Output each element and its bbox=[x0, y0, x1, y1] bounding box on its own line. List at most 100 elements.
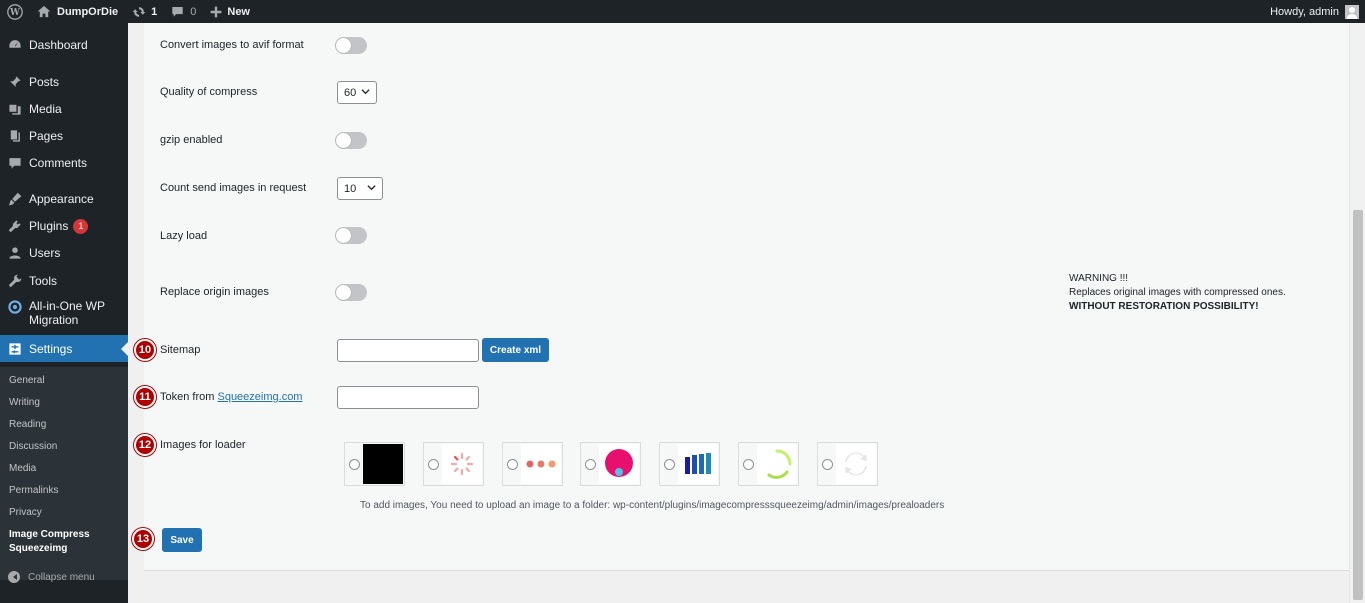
site-name-link[interactable]: DumpOrDie bbox=[30, 0, 125, 23]
pin-icon bbox=[8, 75, 22, 89]
admin-sidebar: Dashboard Posts Media Pages Comments App… bbox=[0, 23, 128, 603]
howdy-text: Howdy, admin bbox=[1270, 5, 1339, 18]
pink-circle-icon bbox=[599, 444, 639, 484]
menu-label: Media bbox=[29, 102, 62, 116]
create-xml-button[interactable]: Create xml bbox=[482, 338, 549, 362]
loader-option-3[interactable] bbox=[502, 442, 563, 486]
refresh-arrows-icon bbox=[836, 444, 876, 484]
menu-item-all-in-one-wp-migration[interactable]: All-in-One WP Migration bbox=[0, 299, 128, 329]
comments-count: 0 bbox=[190, 5, 197, 18]
wordpress-logo-icon[interactable]: W bbox=[0, 0, 30, 23]
menu-item-tools[interactable]: Tools bbox=[0, 270, 128, 292]
plugin-icon bbox=[8, 219, 22, 233]
svg-text:W: W bbox=[9, 8, 20, 18]
submenu-permalinks[interactable]: Permalinks bbox=[9, 484, 58, 498]
menu-label: All-in-One WP Migration bbox=[29, 299, 105, 327]
loader-option-7[interactable] bbox=[817, 442, 878, 486]
migration-icon bbox=[8, 300, 22, 314]
warning-title: WARNING !!! bbox=[1069, 273, 1129, 284]
loader-radio[interactable] bbox=[822, 458, 833, 470]
loader-images-label: Images for loader bbox=[160, 439, 246, 451]
loader-option-4[interactable] bbox=[580, 442, 641, 486]
loader-radio[interactable] bbox=[428, 458, 439, 470]
marker-11: 11 bbox=[134, 386, 156, 408]
submenu-writing[interactable]: Writing bbox=[9, 396, 40, 410]
page-scrollbar[interactable] bbox=[1349, 23, 1365, 603]
submenu-general[interactable]: General bbox=[9, 374, 45, 388]
ring-spinner-icon bbox=[757, 444, 797, 484]
replace-label: Replace origin images bbox=[160, 286, 269, 298]
brush-icon bbox=[8, 192, 22, 206]
dashboard-icon bbox=[8, 38, 22, 52]
settings-icon bbox=[8, 342, 22, 356]
settings-panel: Convert images to avif format Quality of… bbox=[132, 23, 1349, 571]
collapse-menu-button[interactable]: Collapse menu bbox=[8, 571, 95, 583]
wrench-icon bbox=[8, 274, 22, 288]
chevron-down-icon bbox=[361, 89, 370, 95]
spinner-dots-icon bbox=[442, 444, 482, 484]
submenu-discussion[interactable]: Discussion bbox=[9, 440, 57, 454]
sitemap-input[interactable] bbox=[337, 339, 479, 362]
menu-item-comments[interactable]: Comments bbox=[0, 152, 128, 174]
updates-count: 1 bbox=[151, 5, 158, 18]
menu-label: Tools bbox=[29, 274, 58, 288]
menu-label: Posts bbox=[29, 75, 60, 89]
bars-icon bbox=[678, 444, 718, 484]
submenu-media[interactable]: Media bbox=[9, 462, 36, 476]
menu-label: Users bbox=[29, 246, 61, 260]
squeezeimg-link[interactable]: Squeezeimg.com bbox=[217, 391, 302, 403]
lazy-load-toggle[interactable] bbox=[335, 227, 367, 244]
menu-item-users[interactable]: Users bbox=[0, 242, 128, 264]
menu-label: Dashboard bbox=[29, 38, 88, 52]
scrollbar-thumb[interactable] bbox=[1353, 210, 1363, 600]
gzip-toggle[interactable] bbox=[335, 132, 367, 149]
loader-option-2[interactable] bbox=[423, 442, 484, 486]
menu-item-dashboard[interactable]: Dashboard bbox=[0, 34, 128, 56]
my-account-link[interactable]: Howdy, admin bbox=[1263, 0, 1365, 23]
loader-option-6[interactable] bbox=[738, 442, 799, 486]
avif-toggle[interactable] bbox=[335, 37, 367, 54]
replace-warning: WARNING !!! Replaces original images wit… bbox=[1069, 272, 1286, 314]
comment-icon bbox=[8, 156, 22, 170]
plus-icon bbox=[210, 6, 222, 17]
comments-link[interactable]: 0 bbox=[164, 0, 203, 23]
avif-label: Convert images to avif format bbox=[160, 39, 304, 51]
site-name: DumpOrDie bbox=[57, 5, 119, 18]
loader-radio[interactable] bbox=[585, 458, 596, 470]
settings-submenu: General Writing Reading Discussion Media… bbox=[0, 367, 128, 580]
admin-bar: W DumpOrDie 1 0 New Howdy, admin bbox=[0, 0, 1365, 23]
loader-option-1[interactable] bbox=[344, 442, 405, 486]
menu-item-posts[interactable]: Posts bbox=[0, 71, 128, 93]
plugins-update-badge: 1 bbox=[73, 218, 89, 234]
menu-item-settings[interactable]: Settings bbox=[0, 335, 128, 362]
menu-item-plugins[interactable]: Plugins 1 bbox=[0, 215, 128, 237]
marker-10: 10 bbox=[134, 339, 156, 361]
token-input[interactable] bbox=[337, 386, 479, 409]
new-content-link[interactable]: New bbox=[203, 0, 257, 23]
menu-label: Pages bbox=[29, 129, 64, 143]
loader-radio[interactable] bbox=[664, 458, 675, 470]
updates-link[interactable]: 1 bbox=[125, 0, 164, 23]
black-square-image bbox=[363, 444, 403, 484]
menu-item-pages[interactable]: Pages bbox=[0, 125, 128, 147]
submenu-reading[interactable]: Reading bbox=[9, 418, 46, 432]
replace-toggle[interactable] bbox=[335, 284, 367, 301]
menu-item-appearance[interactable]: Appearance bbox=[0, 188, 128, 210]
menu-item-media[interactable]: Media bbox=[0, 98, 128, 120]
count-select[interactable]: 10 bbox=[337, 177, 383, 200]
collapse-arrow-icon bbox=[8, 571, 20, 583]
loader-radio[interactable] bbox=[743, 458, 754, 470]
collapse-label: Collapse menu bbox=[28, 571, 95, 583]
quality-select[interactable]: 60 bbox=[337, 81, 377, 104]
save-button[interactable]: Save bbox=[162, 528, 202, 552]
submenu-image-compress-squeezeimg[interactable]: Image Compress Squeezeimg bbox=[9, 528, 109, 556]
submenu-privacy[interactable]: Privacy bbox=[9, 506, 42, 520]
count-value: 10 bbox=[344, 182, 357, 195]
home-icon bbox=[37, 5, 51, 18]
token-label-text: Token from bbox=[160, 391, 215, 403]
loader-option-5[interactable] bbox=[659, 442, 720, 486]
gzip-label: gzip enabled bbox=[160, 134, 223, 146]
loader-radio[interactable] bbox=[349, 458, 360, 470]
menu-label: Comments bbox=[29, 156, 88, 170]
loader-radio[interactable] bbox=[507, 458, 518, 470]
